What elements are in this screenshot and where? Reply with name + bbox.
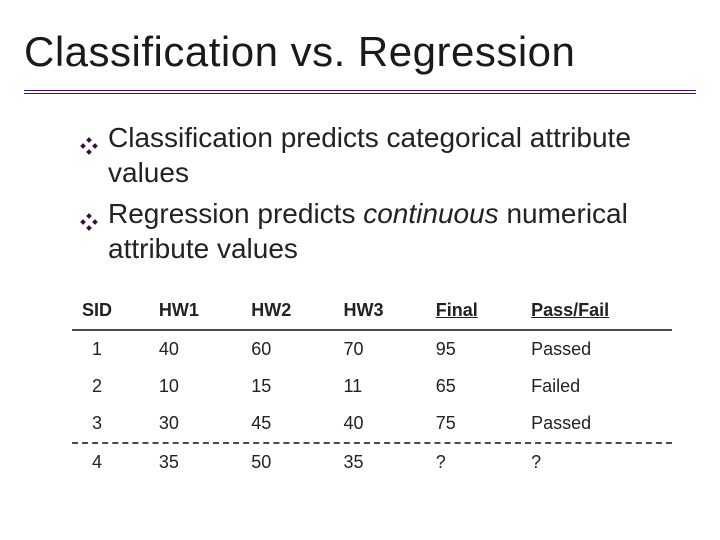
data-table: SID HW1 HW2 HW3 Final Pass/Fail 1 40 60 … bbox=[72, 294, 672, 481]
bullet-list: Classification predicts categorical attr… bbox=[24, 120, 696, 266]
bullet-item: Regression predicts continuous numerical… bbox=[80, 196, 680, 266]
bullet-text-em: continuous bbox=[363, 198, 498, 229]
cell-passfail: Failed bbox=[521, 368, 672, 405]
data-table-wrap: SID HW1 HW2 HW3 Final Pass/Fail 1 40 60 … bbox=[24, 294, 696, 481]
bullet-item: Classification predicts categorical attr… bbox=[80, 120, 680, 190]
cell-sid: 4 bbox=[72, 444, 149, 481]
col-header-passfail: Pass/Fail bbox=[521, 294, 672, 329]
cell-passfail: Passed bbox=[521, 405, 672, 442]
cell-passfail: Passed bbox=[521, 331, 672, 368]
col-header-final: Final bbox=[426, 294, 521, 329]
table-row: 3 30 45 40 75 Passed bbox=[72, 405, 672, 442]
col-header-sid: SID bbox=[72, 294, 149, 329]
title-divider: Classification vs. Regression bbox=[24, 18, 696, 94]
cell-hw3: 70 bbox=[333, 331, 425, 368]
table-header-row: SID HW1 HW2 HW3 Final Pass/Fail bbox=[72, 294, 672, 329]
diamond-bullet-icon bbox=[80, 128, 98, 146]
cell-final: 65 bbox=[426, 368, 521, 405]
diamond-bullet-icon bbox=[80, 204, 98, 222]
cell-passfail: ? bbox=[521, 444, 672, 481]
col-header-hw3: HW3 bbox=[333, 294, 425, 329]
table-row: 1 40 60 70 95 Passed bbox=[72, 331, 672, 368]
bullet-text-pre: Regression predicts bbox=[108, 198, 363, 229]
table-row: 2 10 15 11 65 Failed bbox=[72, 368, 672, 405]
bullet-text: Classification predicts categorical attr… bbox=[108, 120, 680, 190]
cell-hw3: 40 bbox=[333, 405, 425, 442]
col-header-hw1: HW1 bbox=[149, 294, 241, 329]
cell-hw1: 10 bbox=[149, 368, 241, 405]
cell-hw2: 60 bbox=[241, 331, 333, 368]
col-header-hw2: HW2 bbox=[241, 294, 333, 329]
cell-sid: 2 bbox=[72, 368, 149, 405]
cell-sid: 3 bbox=[72, 405, 149, 442]
cell-hw1: 35 bbox=[149, 444, 241, 481]
cell-sid: 1 bbox=[72, 331, 149, 368]
table-row: 4 35 50 35 ? ? bbox=[72, 444, 672, 481]
cell-final: ? bbox=[426, 444, 521, 481]
cell-hw1: 30 bbox=[149, 405, 241, 442]
cell-hw2: 45 bbox=[241, 405, 333, 442]
slide: Classification vs. Regression Classifica… bbox=[0, 0, 720, 540]
cell-final: 95 bbox=[426, 331, 521, 368]
bullet-text: Regression predicts continuous numerical… bbox=[108, 196, 680, 266]
cell-hw2: 15 bbox=[241, 368, 333, 405]
page-title: Classification vs. Regression bbox=[24, 28, 688, 76]
cell-hw1: 40 bbox=[149, 331, 241, 368]
cell-hw3: 11 bbox=[333, 368, 425, 405]
cell-hw3: 35 bbox=[333, 444, 425, 481]
cell-final: 75 bbox=[426, 405, 521, 442]
cell-hw2: 50 bbox=[241, 444, 333, 481]
